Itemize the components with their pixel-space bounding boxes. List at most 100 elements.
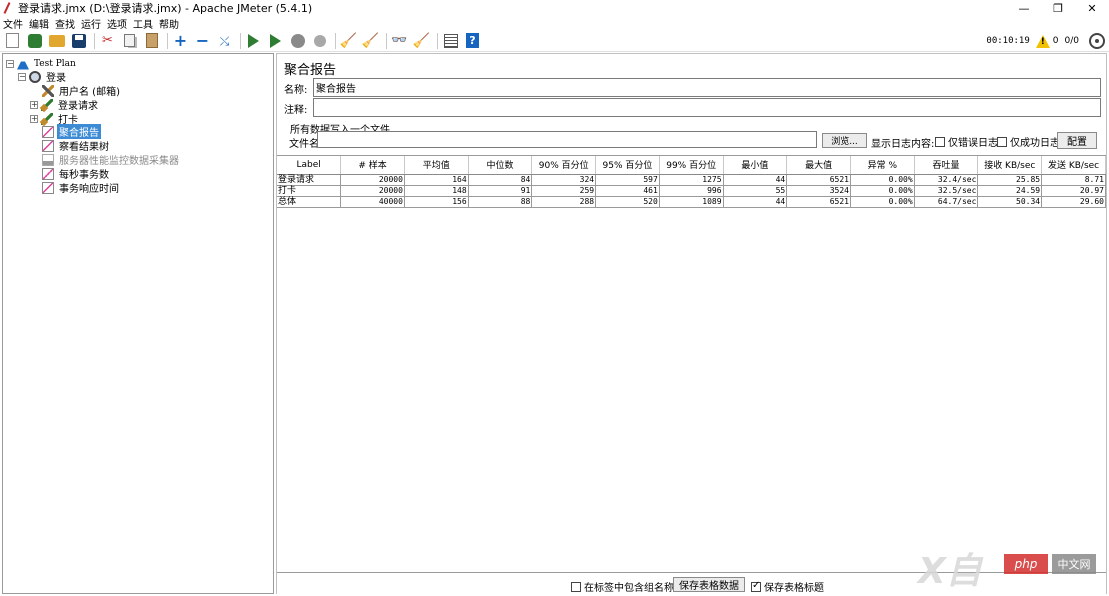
toolbar-separator <box>167 32 168 49</box>
collapse-toggle-icon[interactable]: − <box>18 72 26 81</box>
new-button[interactable] <box>3 31 22 50</box>
include-group-name-checkbox[interactable]: 在标签中包含组名称? <box>571 579 679 594</box>
menu-tools[interactable]: 工具 <box>133 16 153 31</box>
disabled-listener-icon <box>42 153 54 166</box>
tree-node-login-request[interactable]: + 登录请求 <box>30 98 100 112</box>
comment-input[interactable] <box>313 98 1101 117</box>
checkbox-box[interactable] <box>997 136 1007 147</box>
tree-node-view-results-tree[interactable]: 察看结果树 <box>42 139 111 153</box>
name-input[interactable]: 聚合报告 <box>313 78 1101 97</box>
save-table-data-button[interactable]: 保存表格数据 <box>673 577 745 592</box>
function-list-icon <box>443 33 458 48</box>
toolbar-separator <box>240 32 241 49</box>
column-header[interactable]: 最小值 <box>723 156 788 175</box>
success-only-checkbox[interactable]: 仅成功日志 <box>997 134 1060 149</box>
column-header[interactable]: # 样本 <box>340 156 405 175</box>
column-header[interactable]: 异常 % <box>850 156 915 175</box>
column-header[interactable]: 平均值 <box>404 156 469 175</box>
checkbox-box[interactable] <box>751 580 761 592</box>
clear-button[interactable]: 🧹 <box>339 31 358 50</box>
tree-label-response-time: 事务响应时间 <box>59 184 119 195</box>
save-table-header-checkbox[interactable]: 保存表格标题 <box>751 579 824 594</box>
open-button[interactable] <box>47 31 66 50</box>
templates-icon <box>27 33 42 48</box>
column-header[interactable]: 最大值 <box>786 156 851 175</box>
checkbox-box[interactable] <box>571 581 581 592</box>
table-cell: 3524 <box>786 185 851 197</box>
clear-all-button[interactable]: 🧹 <box>361 31 380 50</box>
menu-help[interactable]: 帮助 <box>159 16 179 31</box>
include-group-name-label: 在标签中包含组名称? <box>584 583 680 594</box>
reset-search-button[interactable]: 🧹 <box>412 31 431 50</box>
filename-input[interactable] <box>317 131 817 148</box>
expand-toggle-icon[interactable]: + <box>30 114 38 123</box>
table-cell: 91 <box>468 185 533 197</box>
warning-icon[interactable] <box>1035 34 1050 48</box>
search-button[interactable]: 👓 <box>390 31 409 50</box>
shutdown-button[interactable] <box>310 31 329 50</box>
tree-node-response-time[interactable]: 事务响应时间 <box>42 181 121 195</box>
gear-icon[interactable] <box>1089 33 1105 49</box>
browse-button[interactable]: 浏览... <box>822 133 867 148</box>
table-cell: 259 <box>531 185 597 197</box>
panel-title: 聚合报告 <box>284 63 337 78</box>
table-row[interactable]: 登录请求 20000 164 84 324 597 1275 44 6521 0… <box>277 174 1106 186</box>
table-row[interactable]: 总体 40000 156 88 288 520 1089 44 6521 0.0… <box>277 196 1106 208</box>
tree-label-aggregate-report: 聚合报告 <box>57 124 101 139</box>
jmeter-feather-icon <box>3 2 13 14</box>
help-button[interactable]: ? <box>463 31 482 50</box>
collapse-all-button[interactable]: − <box>193 31 212 50</box>
collapse-toggle-icon[interactable]: − <box>6 59 14 68</box>
configure-button[interactable]: 配置 <box>1057 132 1097 149</box>
column-header[interactable]: 90% 百分位 <box>531 156 597 175</box>
menu-file[interactable]: 文件 <box>3 16 23 31</box>
column-header[interactable]: 95% 百分位 <box>595 156 660 175</box>
menu-options[interactable]: 选项 <box>107 16 127 31</box>
start-no-pauses-button[interactable] <box>266 31 285 50</box>
minimize-button[interactable]: — <box>1007 0 1041 16</box>
table-cell: 148 <box>404 185 469 197</box>
expand-toggle-icon[interactable]: + <box>30 100 38 109</box>
table-cell: 24.59 <box>977 185 1043 197</box>
tree-node-tps[interactable]: 每秒事务数 <box>42 167 111 181</box>
listener-graph-icon <box>42 167 54 180</box>
toolbar-status: 00:10:19 0 0/0 <box>986 30 1105 52</box>
table-row[interactable]: 打卡 20000 148 91 259 461 996 55 3524 0.00… <box>277 185 1106 197</box>
copy-button[interactable] <box>120 31 139 50</box>
save-button[interactable] <box>69 31 88 50</box>
column-header[interactable]: 接收 KB/sec <box>977 156 1043 175</box>
expand-all-button[interactable]: + <box>171 31 190 50</box>
restore-button[interactable]: ❐ <box>1041 0 1075 16</box>
stop-button[interactable] <box>288 31 307 50</box>
menu-search[interactable]: 查找 <box>55 16 75 31</box>
tree-node-perfmon[interactable]: 服务器性能监控数据采集器 <box>42 153 181 167</box>
tree-node-aggregate-report[interactable]: 聚合报告 <box>42 124 101 139</box>
watermark-logo: X自 php 中文网 <box>918 540 1103 592</box>
tree-node-user-name[interactable]: 用户名 (邮箱) <box>42 84 122 98</box>
sampler-pipette-icon <box>41 112 53 125</box>
templates-button[interactable] <box>25 31 44 50</box>
config-tools-icon <box>42 84 54 97</box>
tree-node-thread-group[interactable]: − 登录 <box>18 70 68 84</box>
column-header[interactable]: 发送 KB/sec <box>1041 156 1106 175</box>
column-header[interactable]: 吞吐量 <box>914 156 979 175</box>
table-cell: 8.71 <box>1041 174 1106 186</box>
column-header[interactable]: 99% 百分位 <box>659 156 724 175</box>
start-button[interactable] <box>244 31 263 50</box>
errors-only-checkbox[interactable]: 仅错误日志 <box>935 134 998 149</box>
checkbox-box[interactable] <box>935 136 945 147</box>
column-header[interactable]: 中位数 <box>468 156 533 175</box>
function-helper-button[interactable] <box>441 31 460 50</box>
column-header[interactable]: Label <box>277 156 342 175</box>
table-cell: 32.5/sec <box>914 185 979 197</box>
toggle-button[interactable]: ⤯ <box>215 31 234 50</box>
close-button[interactable]: ✕ <box>1075 0 1109 16</box>
help-book-icon: ? <box>466 33 479 48</box>
watermark-x-text: X自 <box>918 551 982 592</box>
cut-button[interactable]: ✂ <box>98 31 117 50</box>
play-no-pause-icon <box>270 33 281 48</box>
menu-run[interactable]: 运行 <box>81 16 101 31</box>
menu-edit[interactable]: 编辑 <box>29 16 49 31</box>
paste-button[interactable] <box>142 31 161 50</box>
title-bar: 登录请求.jmx (D:\登录请求.jmx) - Apache JMeter (… <box>0 0 1109 16</box>
